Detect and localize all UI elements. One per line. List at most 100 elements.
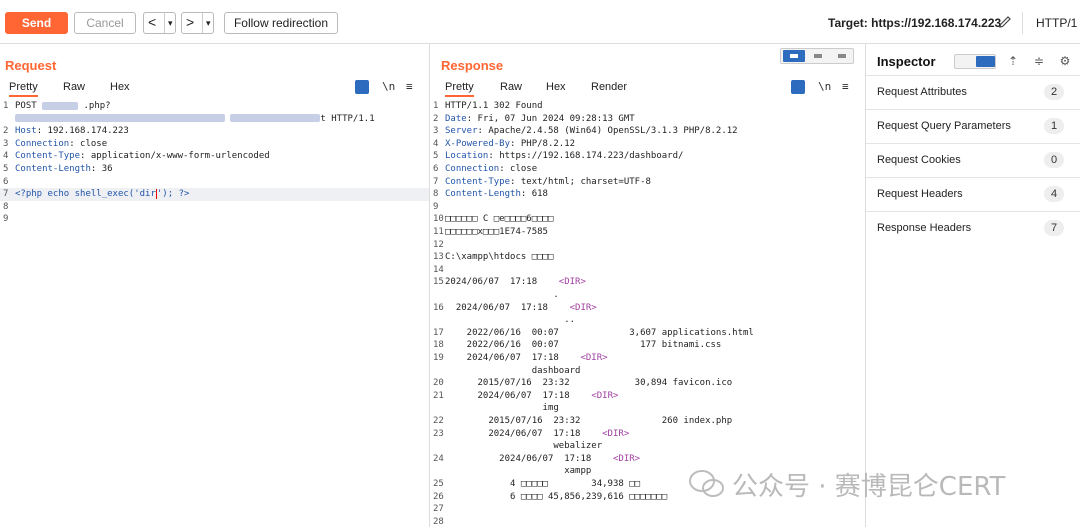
code-text: 2024/06/07 17:18 bbox=[445, 302, 570, 313]
code-line: 2024/06/07 17:18 <DIR> bbox=[445, 428, 629, 441]
redacted-text bbox=[42, 101, 79, 110]
target-label: Target: https://192.168.174.223 bbox=[828, 16, 1002, 30]
gear-icon[interactable]: ⚙ bbox=[1058, 54, 1072, 68]
code-text: t HTTP/1.1 bbox=[320, 113, 375, 124]
dir-tag: <DIR> bbox=[602, 428, 630, 439]
code-line: 2024/06/07 17:18 <DIR> bbox=[445, 352, 608, 365]
header-key: <?php echo shell_exec('dir bbox=[15, 189, 156, 200]
code-line: 2024/06/07 17:18 <DIR> bbox=[445, 302, 597, 315]
response-pane: Response Pretty Raw Hex Render \n ≡ 1 HTT… bbox=[430, 44, 866, 527]
collapse-icon[interactable]: ≑ bbox=[1032, 54, 1046, 68]
tab-render[interactable]: Render bbox=[591, 81, 627, 93]
code-text: dashboard bbox=[445, 365, 581, 376]
code-line: Connection: close bbox=[445, 163, 537, 176]
line-number: 8 bbox=[3, 201, 9, 212]
forward-button[interactable]: > ▾ bbox=[181, 12, 214, 34]
line-number: 11 bbox=[433, 227, 444, 237]
menu-icon[interactable]: ≡ bbox=[842, 80, 849, 94]
inspector-row[interactable]: Response Headers 7 bbox=[866, 211, 1080, 245]
code-line: 2015/07/16 23:32 260 index.php bbox=[445, 415, 732, 428]
cancel-button[interactable]: Cancel bbox=[74, 12, 136, 34]
code-text: 6 □□□□ 45,856,239,616 □□□□□□□ bbox=[445, 491, 668, 502]
align-top-icon[interactable]: ⇡ bbox=[1006, 54, 1020, 68]
top-toolbar: Send Cancel < ▾ > ▾ Follow redirection T… bbox=[0, 0, 1080, 44]
code-text: xampp bbox=[445, 466, 592, 477]
tab-hex[interactable]: Hex bbox=[110, 81, 130, 93]
code-line: 2024/06/07 17:18 <DIR> bbox=[445, 453, 640, 466]
line-number: 18 bbox=[433, 340, 444, 351]
inspector-row[interactable]: Request Headers 4 bbox=[866, 177, 1080, 211]
pencil-icon[interactable] bbox=[997, 14, 1013, 30]
header-key: Content-Length bbox=[445, 189, 521, 200]
code-text: : close bbox=[499, 164, 538, 174]
code-text: 2022/06/16 00:07 177 bitnami.css bbox=[445, 340, 722, 351]
layout-panel-icon[interactable] bbox=[976, 56, 995, 67]
layout-tabs-icon[interactable] bbox=[831, 50, 853, 62]
line-number: 17 bbox=[433, 327, 444, 338]
code-line: Server: Apache/2.4.58 (Win64) OpenSSL/3.… bbox=[445, 125, 738, 138]
header-key: Connection bbox=[15, 138, 70, 149]
code-text: : 36 bbox=[90, 164, 113, 174]
request-pane: Request Pretty Raw Hex \n ≡ 1 POST .php? … bbox=[0, 44, 430, 527]
tab-hex[interactable]: Hex bbox=[546, 81, 566, 93]
line-number: 6 bbox=[433, 164, 439, 174]
count-badge: 0 bbox=[1044, 152, 1064, 168]
code-line: Location: https://192.168.174.223/dashbo… bbox=[445, 150, 683, 163]
wrap-lines-icon[interactable] bbox=[791, 80, 805, 94]
follow-redirection-button[interactable]: Follow redirection bbox=[224, 12, 338, 34]
tab-pretty[interactable]: Pretty bbox=[9, 81, 38, 97]
inspector-row-label: Request Cookies bbox=[877, 154, 961, 166]
chevron-down-icon[interactable]: ▾ bbox=[164, 13, 173, 33]
code-line: 2022/06/16 00:07 177 bitnami.css bbox=[445, 339, 722, 352]
header-key: Content-Length bbox=[15, 164, 91, 174]
chevron-right-icon: > bbox=[186, 14, 195, 30]
code-line: Content-Type: text/html; charset=UTF-8 bbox=[445, 176, 651, 189]
wrap-lines-icon[interactable] bbox=[355, 80, 369, 94]
code-text: 2024/06/07 17:18 bbox=[445, 428, 603, 439]
code-text: : 618 bbox=[520, 189, 548, 200]
code-text: 2024/06/07 17:18 bbox=[445, 453, 613, 464]
menu-icon[interactable]: ≡ bbox=[406, 80, 413, 94]
code-line: X-Powered-By: PHP/8.2.12 bbox=[445, 138, 575, 151]
redacted-text bbox=[15, 114, 225, 123]
code-line: 2024/06/07 17:18 <DIR> bbox=[445, 276, 586, 289]
send-button[interactable]: Send bbox=[5, 12, 68, 34]
tab-raw[interactable]: Raw bbox=[500, 81, 522, 93]
response-tabs: Pretty Raw Hex Render \n ≡ bbox=[430, 78, 865, 97]
header-key: '); ?> bbox=[156, 189, 190, 200]
header-key: Content-Type bbox=[445, 176, 511, 187]
code-line: 2022/06/16 00:07 3,607 applications.html bbox=[445, 327, 754, 340]
code-line: . bbox=[445, 289, 558, 302]
layout-list-icon[interactable] bbox=[957, 56, 976, 67]
inspector-row[interactable]: Request Cookies 0 bbox=[866, 143, 1080, 177]
dir-tag: <DIR> bbox=[558, 277, 586, 288]
code-text: □□□□□□x□□□1E74-7585 bbox=[445, 227, 548, 237]
newline-toggle-icon[interactable]: \n bbox=[382, 80, 395, 94]
line-number: 19 bbox=[433, 353, 444, 363]
layout-side-by-side-icon[interactable] bbox=[783, 50, 805, 62]
code-text: : https://192.168.174.223/dashboard/ bbox=[488, 151, 684, 162]
code-line: webalizer bbox=[445, 440, 602, 453]
inspector-row[interactable]: Request Attributes 2 bbox=[866, 75, 1080, 109]
tab-pretty[interactable]: Pretty bbox=[445, 81, 474, 97]
newline-toggle-icon[interactable]: \n bbox=[818, 80, 831, 94]
layout-horizontal-icon[interactable] bbox=[807, 50, 829, 62]
line-number: 27 bbox=[433, 504, 444, 515]
redacted-text bbox=[230, 114, 321, 123]
inspector-row[interactable]: Request Query Parameters 1 bbox=[866, 109, 1080, 143]
code-line: 2024/06/07 17:18 <DIR> bbox=[445, 390, 619, 403]
chevron-down-icon[interactable]: ▾ bbox=[202, 13, 211, 33]
line-number: 13 bbox=[433, 252, 444, 263]
line-number: 12 bbox=[433, 239, 444, 250]
tab-raw[interactable]: Raw bbox=[63, 81, 85, 93]
line-number: 16 bbox=[433, 302, 444, 313]
code-text: : application/x-www-form-urlencoded bbox=[80, 151, 270, 162]
inspector-pane: Inspector ⇡ ≑ ⚙ Request Attributes 2 Reque… bbox=[866, 44, 1080, 527]
protocol-label[interactable]: HTTP/1 bbox=[1036, 16, 1077, 30]
code-line: POST .php? bbox=[15, 100, 111, 113]
code-text: HTTP/1.1 302 Found bbox=[445, 101, 543, 111]
back-button[interactable]: < ▾ bbox=[143, 12, 176, 34]
count-badge: 4 bbox=[1044, 186, 1064, 202]
line-number: 14 bbox=[433, 264, 444, 275]
line-number: 5 bbox=[3, 164, 9, 174]
